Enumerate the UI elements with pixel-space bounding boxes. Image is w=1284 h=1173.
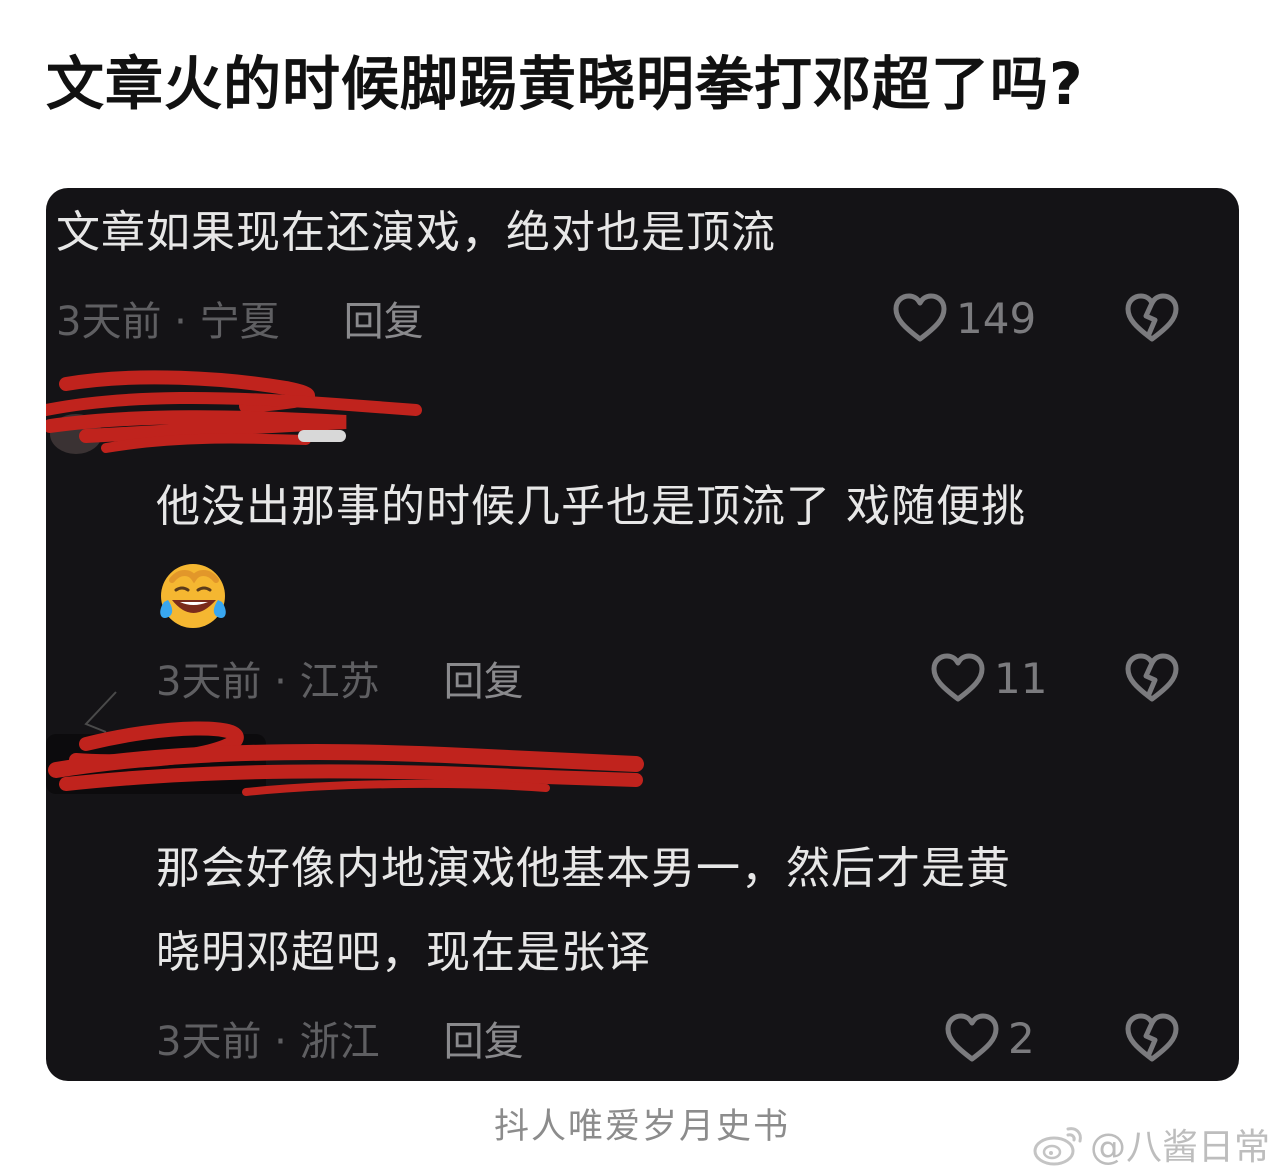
comment-1-dislike-button[interactable] [1124,292,1180,344]
comment-2-like-count: 11 [994,653,1048,703]
heart-outline-icon [931,653,985,702]
comment-1-reply-button[interactable]: 回复 [344,289,424,347]
comment-3-time-location: 3天前 · 浙江 [156,1019,380,1065]
comment-1-time-location: 3天前 · 宁夏 [56,299,280,345]
comments-screenshot: 文章如果现在还演戏，绝对也是顶流 3天前 · 宁夏 回复 149 他没出那事的时… [46,188,1239,1081]
comment-1-text: 文章如果现在还演戏，绝对也是顶流 [56,207,776,258]
watermark: @八酱日常 [1032,1118,1270,1170]
comment-3-text-line-1: 那会好像内地演戏他基本男一，然后才是黄 [156,843,1011,894]
comment-1-like-button[interactable]: 149 [892,288,1036,348]
post-title: 文章火的时候脚踢黄晓明拳打邓超了吗? [46,50,1084,118]
comment-1-like-count: 149 [956,293,1037,343]
comment-3-text-line-2: 晓明邓超吧，现在是张译 [156,927,651,978]
comment-3-dislike-button[interactable] [1124,1012,1180,1064]
watermark-text: @八酱日常 [1089,1127,1270,1168]
redacted-username-1 [46,370,422,454]
comment-2-text: 他没出那事的时候几乎也是顶流了 戏随便挑 [156,481,1026,532]
comment-1-meta: 3天前 · 宁夏 回复 [56,288,424,348]
heart-outline-icon [893,293,947,342]
comment-2-dislike-button[interactable] [1124,652,1180,704]
comment-3-reply-button[interactable]: 回复 [444,1009,524,1067]
laughing-crying-face-emoji [160,564,226,628]
comment-3-like-count: 2 [1008,1013,1035,1063]
heart-outline-icon [945,1013,999,1062]
comment-2-like-button[interactable]: 11 [930,648,1047,708]
post-page: 文章火的时候脚踢黄晓明拳打邓超了吗? 文章如果现在还演戏，绝对也是顶流 3天前 … [0,0,1284,1173]
redacted-username-2 [46,691,644,796]
weibo-icon [1033,1127,1082,1166]
comment-3-like-button[interactable]: 2 [944,1008,1035,1068]
comment-3-meta: 3天前 · 浙江 回复 [156,1008,524,1068]
